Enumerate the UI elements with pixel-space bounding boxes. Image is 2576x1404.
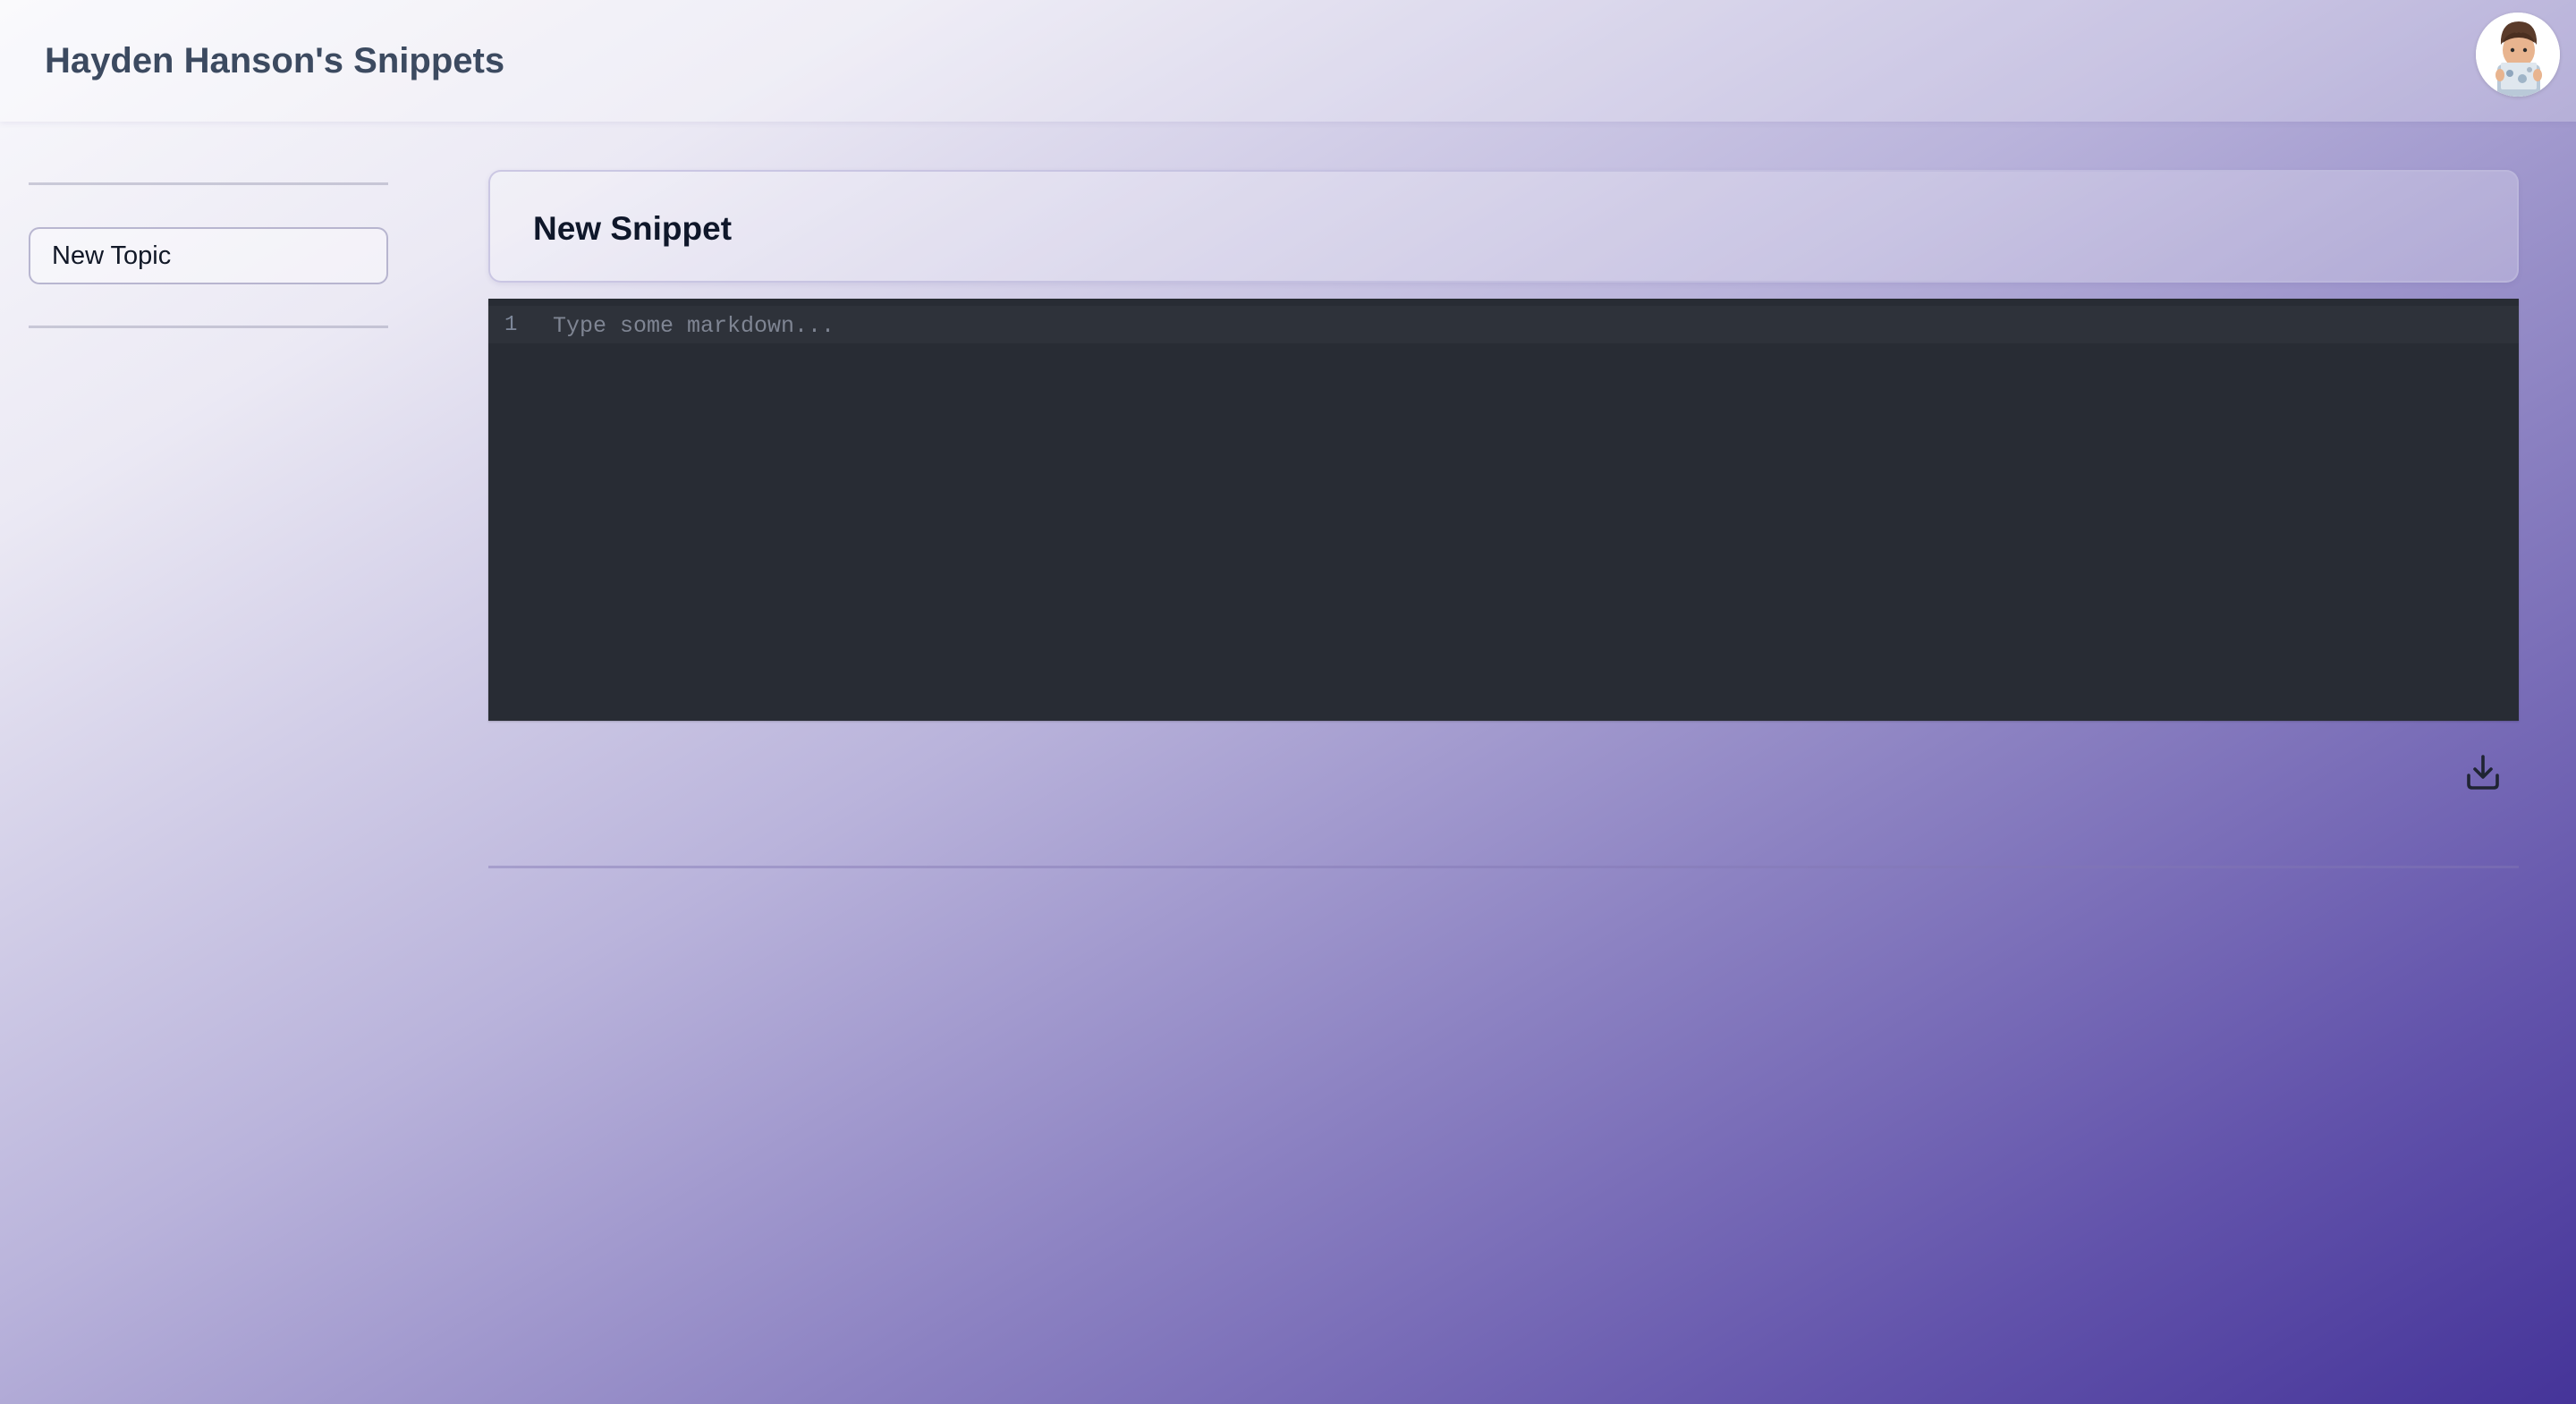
download-tray-icon (2467, 755, 2499, 790)
editor-active-line: 1 (488, 306, 2519, 343)
save-snippet-button[interactable] (2465, 753, 2501, 792)
markdown-editor[interactable]: 1 (488, 299, 2519, 721)
app-header: Hayden Hanson's Snippets (0, 0, 2576, 122)
markdown-input[interactable] (553, 309, 2485, 342)
site-title: Hayden Hanson's Snippets (45, 41, 505, 80)
line-number: 1 (504, 313, 518, 337)
sidebar-top-divider (29, 182, 388, 185)
memoji-avatar-icon (2476, 13, 2560, 97)
snippet-title: New Snippet (533, 210, 733, 247)
snippet-header-card: New Snippet (488, 170, 2519, 283)
new-topic-button[interactable]: New Topic (29, 227, 388, 284)
user-avatar[interactable] (2476, 13, 2560, 97)
content-divider (488, 866, 2519, 868)
sidebar-bottom-divider (29, 326, 388, 328)
